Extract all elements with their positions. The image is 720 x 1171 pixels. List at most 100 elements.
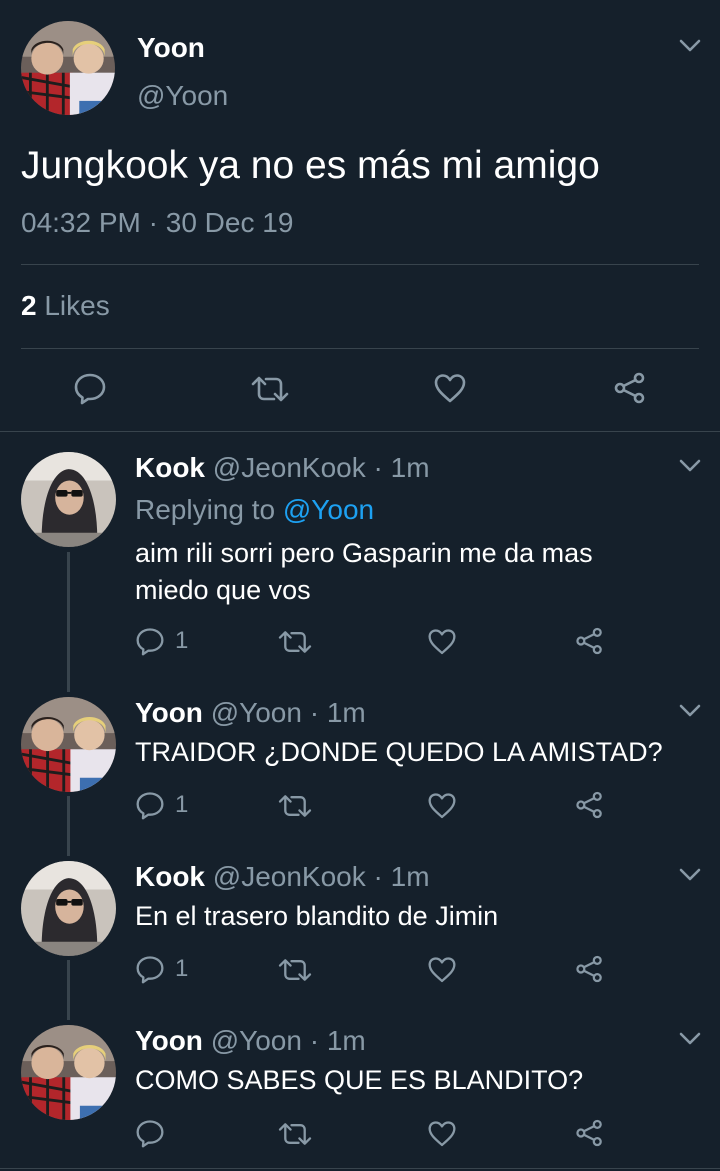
reply-icon (135, 626, 165, 656)
reply-text-line: miedo que vos (135, 575, 311, 605)
tweet-text: Jungkook ya no es más mi amigo (21, 144, 600, 187)
author-name[interactable]: Yoon (135, 697, 203, 728)
author-handle[interactable]: @JeonKook (213, 861, 366, 892)
share-icon (574, 954, 605, 984)
avatar[interactable] (21, 861, 116, 956)
reply-button[interactable]: 1 (135, 954, 188, 984)
author-handle[interactable]: @Yoon (211, 697, 302, 728)
retweet-button[interactable] (277, 955, 313, 985)
share-icon (574, 626, 605, 656)
avatar-image (21, 452, 116, 547)
like-icon (433, 372, 467, 404)
avatar[interactable] (21, 452, 116, 547)
replying-to: Replying to @Yoon (135, 494, 374, 526)
likes-stat[interactable]: 2 Likes (21, 290, 110, 322)
retweet-button[interactable] (277, 1119, 313, 1149)
separator: · (309, 1025, 320, 1056)
like-button[interactable] (427, 627, 457, 656)
avatar-image (21, 697, 116, 792)
tweet-date: 30 Dec 19 (165, 207, 294, 238)
separator: · (148, 207, 158, 238)
divider (0, 431, 720, 432)
like-button[interactable] (427, 955, 457, 984)
replying-prefix: Replying to (135, 494, 276, 525)
author-name[interactable]: Yoon (137, 32, 205, 64)
author-handle[interactable]: @JeonKook (213, 452, 366, 483)
like-icon (427, 627, 457, 656)
retweet-icon (250, 372, 290, 406)
retweet-icon (277, 627, 313, 657)
avatar[interactable] (21, 697, 116, 792)
reply-text: COMO SABES QUE ES BLANDITO? (135, 1065, 584, 1095)
author-handle[interactable]: @Yoon (211, 1025, 302, 1056)
avatar[interactable] (21, 1025, 116, 1120)
reply-header: Kook @JeonKook · 1m (135, 452, 430, 484)
separator: · (309, 697, 320, 728)
share-button[interactable] (574, 954, 605, 984)
like-icon (427, 1119, 457, 1148)
share-icon (612, 371, 648, 405)
divider (21, 348, 699, 349)
chevron-down-icon[interactable] (679, 704, 701, 718)
tweet-time: 04:32 PM (21, 207, 141, 238)
like-button[interactable] (427, 791, 457, 820)
share-icon (574, 1118, 605, 1148)
separator: · (373, 452, 383, 483)
reply-text-line: aim rili sorri pero Gasparin me da mas (135, 538, 593, 568)
separator: · (373, 861, 383, 892)
thread-line (67, 552, 70, 692)
author-name[interactable]: Kook (135, 861, 205, 892)
retweet-icon (277, 1119, 313, 1149)
reply-header: Kook @JeonKook · 1m (135, 861, 430, 893)
retweet-icon (277, 791, 313, 821)
reply-icon (135, 1118, 165, 1148)
like-icon (427, 791, 457, 820)
reply-button[interactable] (135, 1118, 175, 1148)
share-icon (574, 790, 605, 820)
reply-count: 1 (175, 955, 189, 982)
retweet-button[interactable] (250, 372, 290, 406)
likes-label: Likes (44, 290, 110, 321)
share-button[interactable] (574, 1118, 605, 1148)
divider (21, 264, 699, 265)
like-button[interactable] (433, 372, 467, 404)
reply-age: 1m (390, 861, 430, 892)
tweet-timestamp: 04:32 PM · 30 Dec 19 (21, 207, 293, 239)
reply-text: En el trasero blandito de Jimin (135, 901, 499, 931)
thread-line (67, 796, 70, 856)
reply-header: Yoon @Yoon · 1m (135, 1025, 366, 1057)
reply-button[interactable]: 1 (135, 626, 188, 656)
avatar[interactable] (21, 21, 115, 115)
like-button[interactable] (427, 1119, 457, 1148)
like-icon (427, 955, 457, 984)
reply-count: 1 (175, 791, 189, 818)
share-button[interactable] (612, 371, 648, 405)
chevron-down-icon[interactable] (679, 1032, 701, 1046)
replying-to-link[interactable]: @Yoon (283, 494, 374, 525)
reply-age: 1m (390, 452, 430, 483)
retweet-button[interactable] (277, 627, 313, 657)
reply-header: Yoon @Yoon · 1m (135, 697, 366, 729)
author-name[interactable]: Yoon (135, 1025, 203, 1056)
chevron-down-icon[interactable] (679, 459, 701, 473)
share-button[interactable] (574, 790, 605, 820)
reply-icon (135, 954, 165, 984)
reply-icon (73, 371, 107, 405)
retweet-icon (277, 955, 313, 985)
likes-count: 2 (21, 290, 37, 321)
author-handle[interactable]: @Yoon (137, 80, 228, 112)
reply-button[interactable]: 1 (135, 790, 188, 820)
reply-icon (135, 790, 165, 820)
reply-age: 1m (326, 697, 366, 728)
reply-text: TRAIDOR ¿DONDE QUEDO LA AMISTAD? (135, 737, 663, 767)
avatar-image (21, 861, 116, 956)
reply-text: aim rili sorri pero Gasparin me da mas m… (135, 535, 593, 609)
avatar-image (21, 1025, 116, 1120)
reply-count: 1 (175, 627, 189, 654)
chevron-down-icon[interactable] (679, 39, 701, 53)
author-name[interactable]: Kook (135, 452, 205, 483)
reply-button[interactable] (73, 371, 107, 405)
retweet-button[interactable] (277, 791, 313, 821)
chevron-down-icon[interactable] (679, 868, 701, 882)
share-button[interactable] (574, 626, 605, 656)
